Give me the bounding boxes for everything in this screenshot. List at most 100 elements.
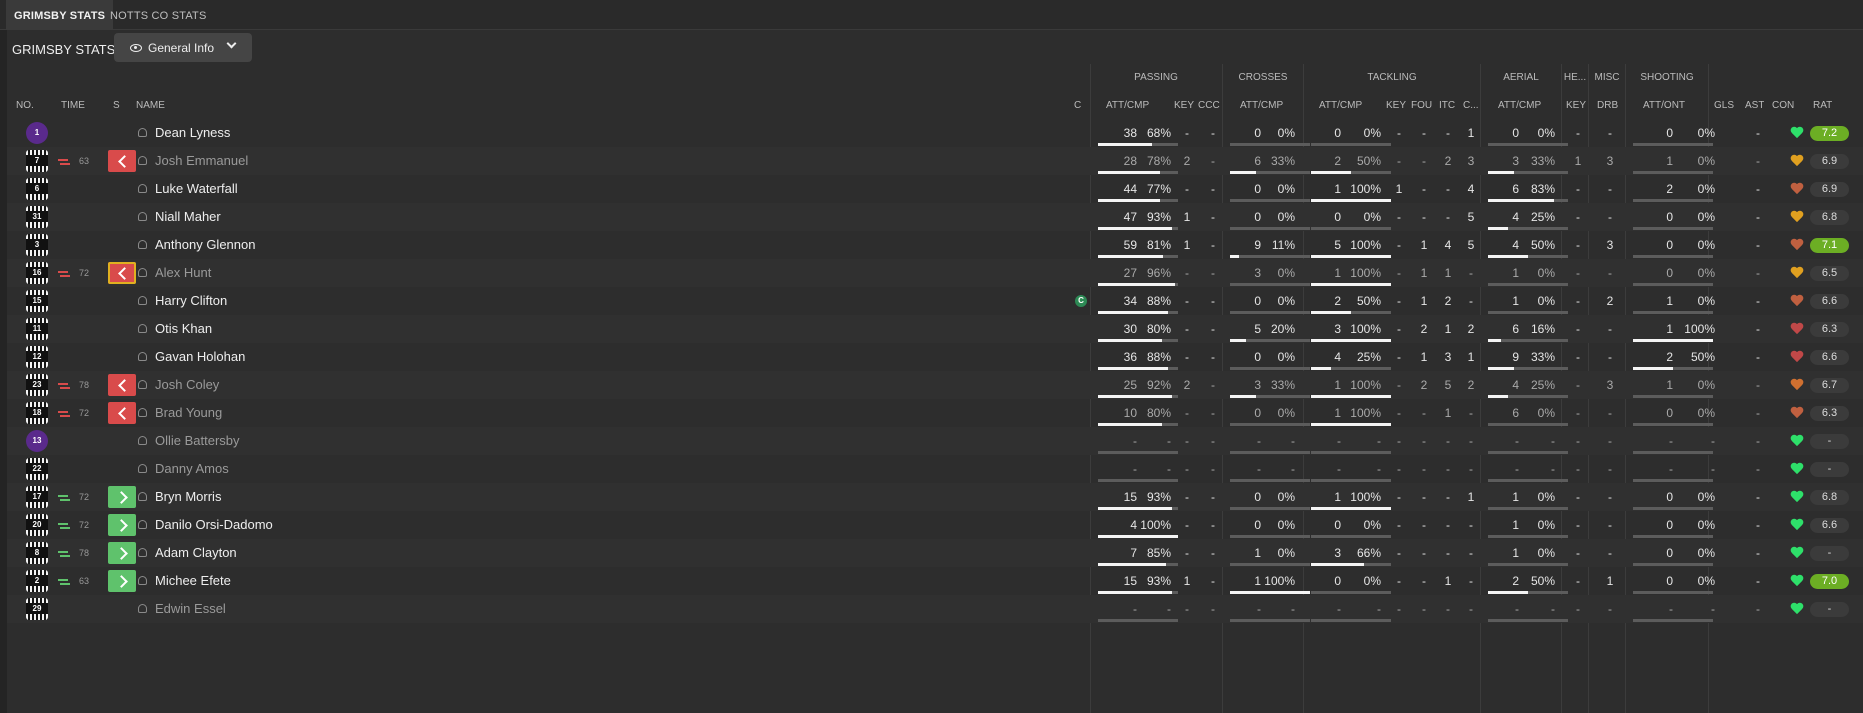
player-name[interactable]: Josh Emmanuel xyxy=(155,147,248,175)
table-row[interactable]: 15 Harry Clifton C 34 88% - -0 0% 2 50% -1 2-1 0% -2 1… xyxy=(7,287,1863,315)
column-header-ast[interactable]: AST xyxy=(1745,100,1764,111)
player-name[interactable]: Alex Hunt xyxy=(155,259,211,287)
table-row[interactable]: 31 Niall Maher 47 93% 1-0 0% 0 0% - - -5 4 25% - -0 0% -… xyxy=(7,203,1863,231)
panel-title: GRIMSBY STATS xyxy=(12,42,116,57)
subbed-off-button[interactable] xyxy=(108,150,136,172)
misc-drb: - xyxy=(1608,126,1612,140)
rating-badge: 6.9 xyxy=(1810,154,1849,169)
player-name[interactable]: Ollie Battersby xyxy=(155,427,240,455)
column-header-gls[interactable]: GLS xyxy=(1714,100,1734,111)
player-name[interactable]: Niall Maher xyxy=(155,203,221,231)
table-row[interactable]: 11 Otis Khan 30 80% - -5 20% 3 100% -2 1 2 6 16% - -1 10… xyxy=(7,315,1863,343)
view-selector-button[interactable]: General Info xyxy=(114,33,252,62)
tackle-itc: 5 xyxy=(1444,378,1452,392)
player-name[interactable]: Bryn Morris xyxy=(155,483,221,511)
table-row[interactable]: 13 Ollie Battersby - - - - - - - - - - - - - - - - - - - - xyxy=(7,427,1863,455)
column-header-tack-itc[interactable]: ITC xyxy=(1439,100,1455,111)
column-header-rat[interactable]: RAT xyxy=(1813,100,1832,111)
table-row[interactable]: 2 63 Michee Efete 15 93% 1-1 100% 0 0% - -1-2 50% -1… xyxy=(7,567,1863,595)
table-row[interactable]: 12 Gavan Holohan 36 88% - -0 0% 4 25% -1 3 1 9 33% - -2… xyxy=(7,343,1863,371)
player-name[interactable]: Brad Young xyxy=(155,399,222,427)
rating-badge: 6.6 xyxy=(1810,350,1849,365)
condition-heart-icon xyxy=(1790,239,1804,252)
table-row[interactable]: 20 72 Danilo Orsi-Dadomo 4 100% - -0 0% 0 0% - - - -1… xyxy=(7,511,1863,539)
table-row[interactable]: 3 Anthony Glennon 59 81% 1-9 11% 5 100% -1 4 5 4 50%… xyxy=(7,231,1863,259)
shirt-number: 18 xyxy=(26,407,48,418)
table-row[interactable]: 16 72 Alex Hunt 27 96% - -3 0% 1 100% -1 1-1 0% - -0 0%… xyxy=(7,259,1863,287)
shirt-number: 12 xyxy=(26,351,48,362)
column-header-aer-attcmp[interactable]: ATT/CMP xyxy=(1498,100,1541,111)
tackle-key: - xyxy=(1397,378,1401,392)
subbed-on-button[interactable] xyxy=(108,514,136,536)
rating-badge: 6.6 xyxy=(1810,518,1849,533)
column-header-cross-attcmp[interactable]: ATT/CMP xyxy=(1240,100,1283,111)
passing-bar xyxy=(1098,507,1178,510)
goals xyxy=(1719,455,1735,483)
subbed-off-button[interactable] xyxy=(108,374,136,396)
column-header-tack-c[interactable]: C... xyxy=(1463,100,1479,111)
column-header-tack-attcmp[interactable]: ATT/CMP xyxy=(1319,100,1362,111)
player-name[interactable]: Anthony Glennon xyxy=(155,231,255,259)
column-header-tack-key[interactable]: KEY xyxy=(1386,100,1406,111)
column-header-pass-attcmp[interactable]: ATT/CMP xyxy=(1106,100,1149,111)
column-header-shoot-attont[interactable]: ATT/ONT xyxy=(1643,100,1685,111)
player-name[interactable]: Edwin Essel xyxy=(155,595,226,623)
player-name[interactable]: Michee Efete xyxy=(155,567,231,595)
player-name[interactable]: Otis Khan xyxy=(155,315,212,343)
tackling-bar xyxy=(1311,171,1391,174)
heading-key: - xyxy=(1576,210,1580,224)
subbed-on-button[interactable] xyxy=(108,570,136,592)
player-name[interactable]: Luke Waterfall xyxy=(155,175,238,203)
subbed-on-button[interactable] xyxy=(108,542,136,564)
subbed-off-button[interactable] xyxy=(108,402,136,424)
tab-notts-co-stats[interactable]: NOTTS CO STATS xyxy=(102,0,215,30)
assists: - xyxy=(1756,602,1760,616)
pass-ccc: - xyxy=(1211,546,1215,560)
table-row[interactable]: 22 Danny Amos - - - - - - - - - - - - - - - - - - - - xyxy=(7,455,1863,483)
passing-bar xyxy=(1098,311,1178,314)
subbed-on-button[interactable] xyxy=(108,486,136,508)
player-name[interactable]: Danny Amos xyxy=(155,455,229,483)
column-header-misc-drb[interactable]: DRB xyxy=(1597,100,1618,111)
player-profile-icon xyxy=(138,436,147,445)
table-row[interactable]: 17 72 Bryn Morris 15 93% - -0 0% 1 100% - - -1 1 0% - -0… xyxy=(7,483,1863,511)
player-name[interactable]: Josh Coley xyxy=(155,371,219,399)
player-profile-icon xyxy=(138,296,147,305)
player-name[interactable]: Adam Clayton xyxy=(155,539,237,567)
tackle-itc: 1 xyxy=(1444,406,1452,420)
aerial-bar xyxy=(1488,591,1568,594)
column-header-tack-fou[interactable]: FOU xyxy=(1411,100,1432,111)
tackle-fou: 1 xyxy=(1420,350,1428,364)
table-row[interactable]: 18 72 Brad Young 10 80% - -0 0% 1 100% - -1-6 0% - -0 0… xyxy=(7,399,1863,427)
crosses-bar xyxy=(1230,507,1310,510)
subbed-off-button[interactable] xyxy=(108,262,136,284)
tackle-itc: 2 xyxy=(1444,294,1452,308)
stats-screen: { "tabs": [ {"label": "GRIMSBY STATS", "… xyxy=(0,0,1863,713)
player-name[interactable]: Danilo Orsi-Dadomo xyxy=(155,511,273,539)
table-row[interactable]: 6 Luke Waterfall 44 77% - -0 0% 1 100% 1- -4 6 83% - -… xyxy=(7,175,1863,203)
column-header-pass-ccc[interactable]: CCC xyxy=(1198,100,1220,111)
table-row[interactable]: 7 63 Josh Emmanuel 28 78% 2-6 33% 2 50% - -2 3 3 33% 1… xyxy=(7,147,1863,175)
player-name[interactable]: Gavan Holohan xyxy=(155,343,245,371)
column-header-con[interactable]: CON xyxy=(1772,100,1794,111)
column-header-no[interactable]: NO. xyxy=(16,100,34,111)
column-header-sub[interactable]: S xyxy=(113,100,120,111)
table-row[interactable]: 23 78 Josh Coley 25 92% 2-3 33% 1 100% -2 5 2 4 25% -3… xyxy=(7,371,1863,399)
shirt-icon: 1 xyxy=(26,122,48,144)
table-row[interactable]: 8 78 Adam Clayton 7 85% - -1 0% 3 66% - - - -1 0% - -0 0%… xyxy=(7,539,1863,567)
captain-badge: C xyxy=(1075,295,1087,307)
tackle-c: - xyxy=(1469,574,1473,588)
table-row[interactable]: 1 Dean Lyness 38 68% - -0 0% 0 0% - - -1 0 0% - -0 0% -7.… xyxy=(7,119,1863,147)
column-header-he-key[interactable]: KEY xyxy=(1566,100,1586,111)
column-header-name[interactable]: NAME xyxy=(136,100,165,111)
table-row[interactable]: 29 Edwin Essel - - - - - - - - - - - - - - - - - - - - xyxy=(7,595,1863,623)
column-header-time[interactable]: TIME xyxy=(61,100,85,111)
player-name[interactable]: Dean Lyness xyxy=(155,119,230,147)
column-header-pass-key[interactable]: KEY xyxy=(1174,100,1194,111)
player-name[interactable]: Harry Clifton xyxy=(155,287,227,315)
heading-key: - xyxy=(1576,266,1580,280)
player-profile-icon xyxy=(138,184,147,193)
tab-grimsby-stats[interactable]: GRIMSBY STATS xyxy=(6,0,114,30)
tackle-c: 5 xyxy=(1467,238,1475,252)
column-header-captain[interactable]: C xyxy=(1074,100,1081,111)
